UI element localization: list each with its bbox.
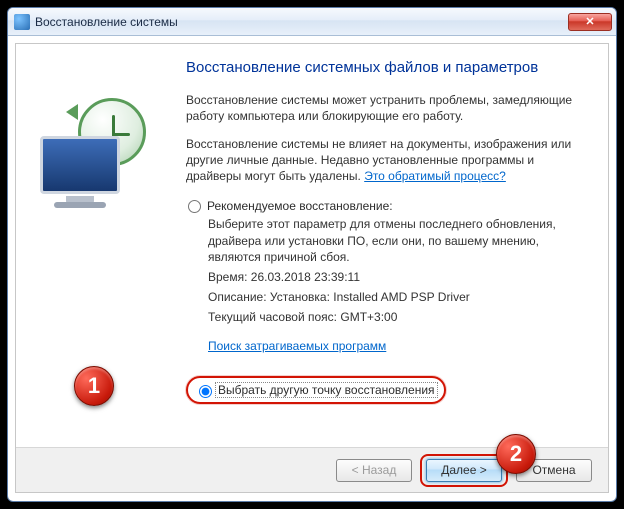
titlebar[interactable]: Восстановление системы ✕ [8,8,616,36]
restore-graphic [36,98,156,218]
back-button: < Назад [336,459,412,482]
radio-recommended[interactable] [188,200,201,213]
text-column: Восстановление системных файлов и параме… [186,58,588,437]
desc-label: Описание: [208,290,267,304]
close-button[interactable]: ✕ [568,13,612,31]
annotation-badge-1: 1 [74,366,114,406]
reversible-link[interactable]: Это обратимый процесс? [364,169,506,183]
back-arrow-icon [66,104,78,120]
close-icon: ✕ [585,15,594,28]
radio-recommended-label: Рекомендуемое восстановление: [207,199,393,213]
option-recommended[interactable]: Рекомендуемое восстановление: [186,196,588,216]
monitor-base [54,202,106,208]
recommended-details: Выберите этот параметр для отмены послед… [208,216,588,353]
recommended-timezone: Текущий часовой пояс: GMT+3:00 [208,309,588,325]
time-label: Время: [208,270,247,284]
affected-programs-link[interactable]: Поиск затрагиваемых программ [208,338,386,354]
intro-paragraph-2: Восстановление системы не влияет на доку… [186,136,588,185]
radio-other[interactable] [199,385,212,398]
page-heading: Восстановление системных файлов и параме… [186,58,588,78]
option-other-highlight: Выбрать другую точку восстановления [186,376,446,404]
radio-other-label[interactable]: Выбрать другую точку восстановления [215,382,438,398]
recommended-description: Описание: Установка: Installed AMD PSP D… [208,289,588,305]
tz-label: Текущий часовой пояс: [208,310,337,324]
monitor-icon [40,136,120,194]
intro-paragraph-1: Восстановление системы может устранить п… [186,92,588,124]
next-button-highlight: Далее > [420,454,508,487]
next-button[interactable]: Далее > [426,459,502,482]
dialog-body: Восстановление системных файлов и параме… [15,43,609,493]
tz-value: GMT+3:00 [340,310,397,324]
recommended-desc: Выберите этот параметр для отмены послед… [208,216,588,265]
desc-value: Установка: Installed AMD PSP Driver [270,290,470,304]
recommended-time: Время: 26.03.2018 23:39:11 [208,269,588,285]
window-title: Восстановление системы [35,15,568,29]
dialog-window: Восстановление системы ✕ Восстановление … [7,7,617,502]
annotation-badge-2: 2 [496,434,536,474]
time-value: 26.03.2018 23:39:11 [251,270,360,284]
system-restore-icon [14,14,30,30]
